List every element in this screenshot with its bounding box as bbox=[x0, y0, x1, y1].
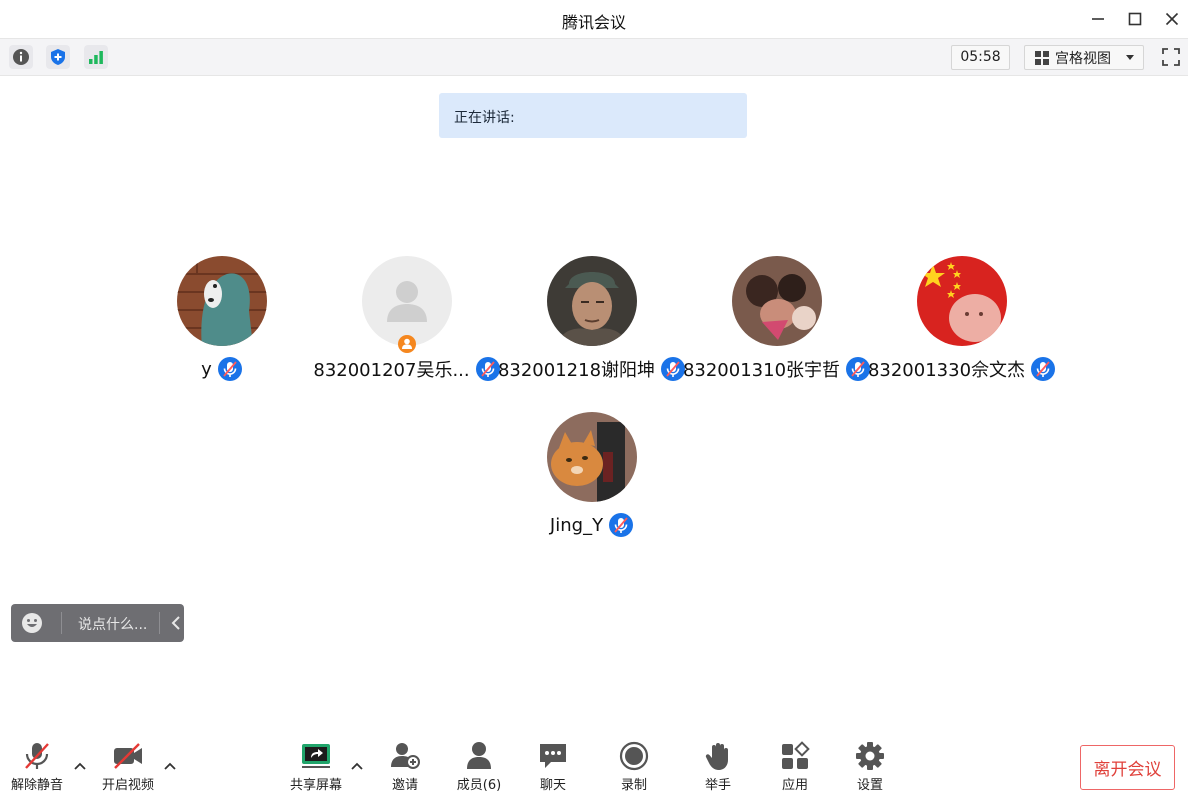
members-label: 成员(6) bbox=[456, 778, 502, 793]
maximize-button[interactable] bbox=[1124, 8, 1146, 30]
unmute-button[interactable]: 解除静音 bbox=[5, 741, 69, 793]
close-button[interactable] bbox=[1161, 8, 1183, 30]
bottom-control-bar: 解除静音 开启视频 共享屏幕 邀请 成员(6) 聊天 录制 举手 应用 设置 离… bbox=[0, 735, 1188, 804]
meeting-timer: 05:58 bbox=[951, 45, 1010, 70]
participant-tile[interactable]: 832001330佘文杰 bbox=[868, 256, 1056, 396]
participant-name: 832001207吴乐... bbox=[313, 360, 470, 381]
avatar bbox=[547, 412, 637, 502]
participant-tile[interactable]: 832001207吴乐... bbox=[313, 256, 500, 396]
chevron-up-icon[interactable] bbox=[163, 759, 177, 773]
avatar bbox=[547, 256, 637, 346]
participant-name: 832001218谢阳坤 bbox=[497, 360, 656, 381]
divider bbox=[159, 612, 160, 634]
chevron-down-icon bbox=[1126, 55, 1134, 60]
record-button[interactable]: 录制 bbox=[602, 741, 666, 793]
participant-name: y bbox=[201, 358, 212, 380]
participant-tile[interactable]: 832001310张宇哲 bbox=[683, 256, 871, 396]
divider bbox=[61, 612, 62, 634]
invite-label: 邀请 bbox=[391, 778, 418, 793]
settings-label: 设置 bbox=[856, 778, 883, 793]
video-off-icon bbox=[114, 743, 142, 769]
view-mode-dropdown[interactable]: 宫格视图 bbox=[1024, 45, 1144, 70]
avatar bbox=[917, 256, 1007, 346]
raise-hand-label: 举手 bbox=[704, 778, 731, 793]
gear-icon bbox=[856, 742, 884, 770]
fullscreen-button[interactable] bbox=[1159, 45, 1183, 69]
default-avatar bbox=[362, 256, 452, 353]
apps-label: 应用 bbox=[781, 778, 808, 793]
members-icon bbox=[467, 742, 491, 769]
emoji-icon[interactable] bbox=[21, 612, 43, 634]
title-bar: 腾讯会议 bbox=[0, 0, 1188, 38]
minimize-button[interactable] bbox=[1087, 8, 1109, 30]
participant-tile[interactable]: 832001218谢阳坤 bbox=[498, 256, 686, 396]
fullscreen-icon bbox=[1162, 48, 1180, 66]
chat-button[interactable]: 聊天 bbox=[521, 741, 585, 793]
raise-hand-button[interactable]: 举手 bbox=[686, 741, 750, 793]
security-shield-icon[interactable] bbox=[46, 45, 70, 69]
chevron-up-icon[interactable] bbox=[73, 759, 87, 773]
speaking-label: 正在讲话: bbox=[454, 110, 515, 126]
participant-tile[interactable]: Jing_Y bbox=[502, 412, 682, 552]
hand-icon bbox=[705, 743, 728, 770]
chat-label: 聊天 bbox=[539, 778, 566, 793]
chevron-up-icon[interactable] bbox=[350, 759, 364, 773]
grid-view-icon bbox=[1035, 50, 1049, 65]
avatar bbox=[177, 256, 267, 346]
view-mode-label: 宫格视图 bbox=[1055, 50, 1111, 67]
mic-muted-icon bbox=[25, 743, 49, 769]
mic-muted-icon bbox=[609, 513, 634, 537]
participant-name: 832001330佘文杰 bbox=[867, 360, 1026, 381]
share-screen-button[interactable]: 共享屏幕 bbox=[284, 741, 348, 793]
apps-button[interactable]: 应用 bbox=[763, 741, 827, 793]
quick-message-input[interactable]: 说点什么... bbox=[78, 614, 147, 634]
members-button[interactable]: 成员(6) bbox=[447, 741, 511, 793]
share-screen-icon bbox=[302, 744, 330, 768]
chevron-left-icon[interactable] bbox=[168, 614, 186, 632]
avatar bbox=[732, 256, 822, 346]
info-icon[interactable] bbox=[9, 45, 33, 69]
participant-name: Jing_Y bbox=[549, 514, 604, 536]
record-label: 录制 bbox=[620, 778, 647, 793]
apps-icon bbox=[782, 741, 810, 769]
settings-button[interactable]: 设置 bbox=[838, 741, 902, 793]
leave-meeting-label: 离开会议 bbox=[1093, 760, 1162, 780]
record-icon bbox=[619, 741, 649, 771]
participant-tile[interactable]: y bbox=[132, 256, 312, 396]
start-video-button[interactable]: 开启视频 bbox=[96, 741, 160, 793]
share-screen-label: 共享屏幕 bbox=[289, 778, 342, 793]
reaction-bar: 说点什么... bbox=[11, 604, 184, 642]
participant-name: 832001310张宇哲 bbox=[682, 360, 841, 381]
unmute-label: 解除静音 bbox=[10, 778, 63, 793]
meeting-toolbar: 05:58 宫格视图 bbox=[0, 38, 1188, 76]
speaking-indicator: 正在讲话: bbox=[439, 93, 747, 138]
invite-button[interactable]: 邀请 bbox=[373, 741, 437, 793]
mic-muted-icon bbox=[1031, 357, 1056, 381]
add-user-icon bbox=[391, 743, 420, 769]
window-title: 腾讯会议 bbox=[561, 13, 626, 32]
mic-muted-icon bbox=[217, 357, 242, 381]
leave-meeting-button[interactable]: 离开会议 bbox=[1080, 745, 1175, 790]
signal-strength-icon[interactable] bbox=[84, 45, 108, 69]
chat-icon bbox=[540, 744, 566, 768]
start-video-label: 开启视频 bbox=[101, 778, 154, 793]
